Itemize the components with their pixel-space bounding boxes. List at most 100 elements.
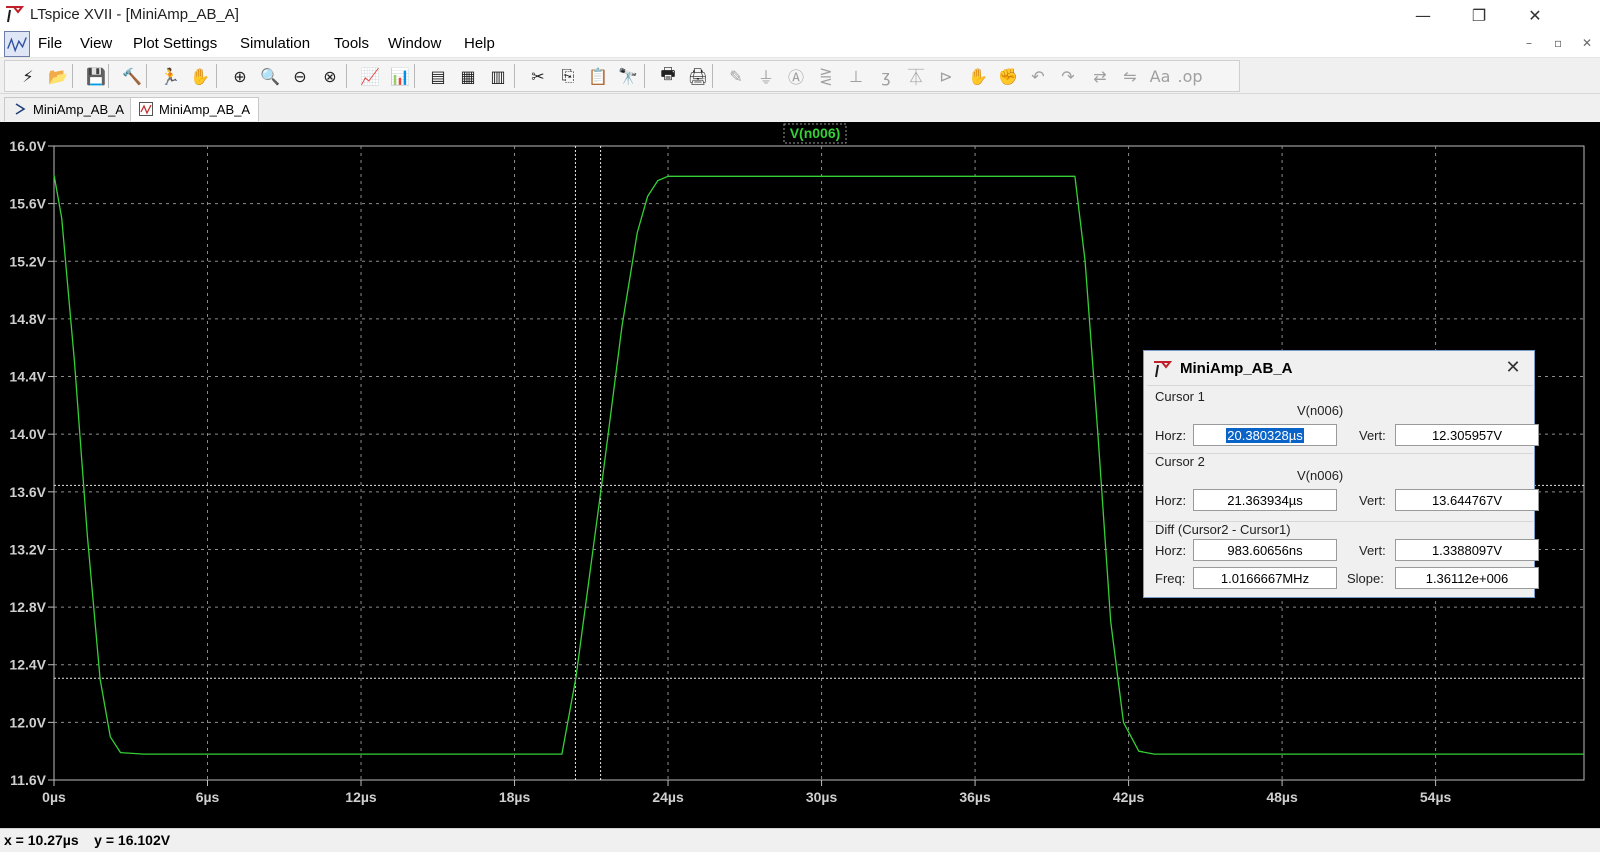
spice-directive-icon[interactable]: .op — [1177, 65, 1202, 87]
mdi-restore-button[interactable]: ▫ — [1554, 36, 1562, 50]
diode-icon[interactable]: ⏄ — [904, 65, 928, 87]
y-tick-label: 16.0V — [9, 138, 46, 154]
title-bar: LTspice XVII - [MiniAmp_AB_A] — ❐ ✕ — [0, 0, 1600, 30]
control-panel-icon[interactable]: 🔨 — [120, 65, 144, 87]
diff-vert-label: Vert: — [1359, 543, 1386, 558]
resistor-icon[interactable]: ⋛ — [814, 65, 838, 87]
y-tick-label: 12.0V — [9, 714, 46, 730]
move-icon[interactable]: ✋ — [966, 65, 990, 87]
x-tick-label: 12µs — [345, 789, 377, 805]
trace-label[interactable]: V(n006) — [790, 125, 841, 141]
x-tick-label: 42µs — [1113, 789, 1145, 805]
cursor2-trace: V(n006) — [1297, 468, 1344, 483]
text-icon[interactable]: Aa — [1148, 65, 1172, 87]
zoom-out-icon[interactable]: ⊖ — [288, 65, 312, 87]
cascade-icon[interactable]: ▦ — [456, 65, 480, 87]
label-net-icon[interactable]: Ⓐ — [784, 65, 808, 87]
toolbar-separator — [644, 64, 645, 88]
toolbar-separator — [146, 64, 147, 88]
diff-freq-field[interactable]: 1.0166667MHz — [1193, 567, 1337, 589]
menu-tools[interactable]: Tools — [334, 35, 369, 52]
save-icon[interactable]: 💾 — [84, 65, 108, 87]
dialog-close-icon[interactable]: ✕ — [1502, 356, 1524, 378]
menu-window[interactable]: Window — [388, 35, 441, 52]
menu-plot-settings[interactable]: Plot Settings — [133, 35, 217, 52]
x-tick-label: 36µs — [959, 789, 991, 805]
tab-schematic-label: MiniAmp_AB_A — [33, 102, 125, 117]
capacitor-icon[interactable]: ⊥ — [844, 65, 868, 87]
open-schematic-icon[interactable]: ⚡ — [16, 65, 40, 87]
restore-button[interactable]: ❐ — [1456, 2, 1502, 28]
diff-group: Diff (Cursor2 - Cursor1) Horz: 983.60656… — [1147, 521, 1539, 597]
y-tick-label: 13.6V — [9, 484, 46, 500]
paste-icon[interactable]: 📋 — [586, 65, 610, 87]
close-button[interactable]: ✕ — [1512, 2, 1558, 28]
autorange-icon[interactable]: 📈 — [358, 65, 382, 87]
tab-waveform[interactable]: MiniAmp_AB_A — [130, 97, 260, 121]
drag-icon[interactable]: ✊ — [996, 65, 1020, 87]
menu-simulation[interactable]: Simulation — [240, 35, 310, 52]
toolbar-separator — [414, 64, 415, 88]
x-tick-label: 54µs — [1420, 789, 1452, 805]
open-folder-icon[interactable]: 📂 — [46, 65, 70, 87]
x-tick-label: 6µs — [196, 789, 220, 805]
zoom-full-icon[interactable]: ⊗ — [318, 65, 342, 87]
y-tick-label: 14.0V — [9, 426, 46, 442]
tile-horizontal-icon[interactable]: ▤ — [426, 65, 450, 87]
cursor1-horz-field[interactable]: 20.380328µs — [1193, 424, 1337, 446]
tab-waveform-label: MiniAmp_AB_A — [159, 102, 251, 117]
y-tick-label: 15.2V — [9, 253, 46, 269]
y-tick-label: 14.8V — [9, 311, 46, 327]
toolbar-separator — [216, 64, 217, 88]
tab-schematic[interactable]: MiniAmp_AB_A — [4, 97, 134, 121]
ltspice-app-icon[interactable] — [4, 4, 24, 24]
menu-bar: File View Plot Settings Simulation Tools… — [0, 30, 1600, 58]
ground-icon[interactable]: ⏚ — [754, 65, 778, 87]
component-icon[interactable]: ⊳ — [934, 65, 958, 87]
pan-icon[interactable]: 🔍 — [258, 65, 282, 87]
mirror-icon[interactable]: ⇋ — [1118, 65, 1142, 87]
menu-file[interactable]: File — [38, 35, 62, 52]
rotate-icon[interactable]: ⇄ — [1088, 65, 1112, 87]
toolbar-separator — [712, 64, 713, 88]
dialog-title: MiniAmp_AB_A — [1180, 360, 1293, 377]
cursor2-horz-field[interactable]: 21.363934µs — [1193, 489, 1337, 511]
draw-wire-icon[interactable]: ✎ — [724, 65, 748, 87]
y-tick-label: 14.4V — [9, 369, 46, 385]
cursor-measurement-dialog[interactable]: MiniAmp_AB_A ✕ Cursor 1 V(n006) Horz: 20… — [1143, 350, 1539, 598]
add-traces-icon[interactable]: 📊 — [388, 65, 412, 87]
diff-horz-field[interactable]: 983.60656ns — [1193, 539, 1337, 561]
x-tick-label: 24µs — [652, 789, 684, 805]
toolbar-separator — [514, 64, 515, 88]
mdi-close-button[interactable]: ✕ — [1582, 36, 1592, 50]
diff-vert-field[interactable]: 1.3388097V — [1395, 539, 1539, 561]
find-icon[interactable]: 🔭 — [616, 65, 640, 87]
document-tabs: MiniAmp_AB_A MiniAmp_AB_A — [0, 94, 1600, 122]
inductor-icon[interactable]: ʒ — [874, 65, 898, 87]
x-tick-label: 48µs — [1266, 789, 1298, 805]
run-icon[interactable]: 🏃 — [158, 65, 182, 87]
waveform-icon — [139, 102, 153, 116]
menu-view[interactable]: View — [80, 35, 112, 52]
tile-vertical-icon[interactable]: ▥ — [486, 65, 510, 87]
print-preview-icon[interactable]: 🖨 — [686, 65, 710, 87]
undo-icon[interactable]: ↶ — [1026, 65, 1050, 87]
y-tick-label: 12.4V — [9, 657, 46, 673]
diff-slope-field[interactable]: 1.36112e+006 — [1395, 567, 1539, 589]
zoom-area-icon[interactable]: ⊕ — [228, 65, 252, 87]
mdi-minimize-button[interactable]: – — [1526, 36, 1532, 50]
cursor1-vert-field[interactable]: 12.305957V — [1395, 424, 1539, 446]
cursor1-horz-label: Horz: — [1155, 428, 1187, 443]
minimize-button[interactable]: — — [1400, 2, 1446, 28]
cut-icon[interactable]: ✂ — [526, 65, 550, 87]
halt-icon[interactable]: ✋ — [188, 65, 212, 87]
print-icon[interactable]: 🖶 — [656, 64, 680, 87]
waveform-doc-icon[interactable] — [4, 31, 30, 57]
redo-icon[interactable]: ↷ — [1056, 65, 1080, 87]
cursor2-horz-label: Horz: — [1155, 493, 1187, 508]
cursor2-vert-field[interactable]: 13.644767V — [1395, 489, 1539, 511]
copy-icon[interactable]: ⎘ — [556, 65, 580, 87]
menu-help[interactable]: Help — [464, 35, 495, 52]
cursor-position-readout: x = 10.27µs y = 16.102V — [4, 832, 171, 848]
toolbar-separator — [346, 64, 347, 88]
